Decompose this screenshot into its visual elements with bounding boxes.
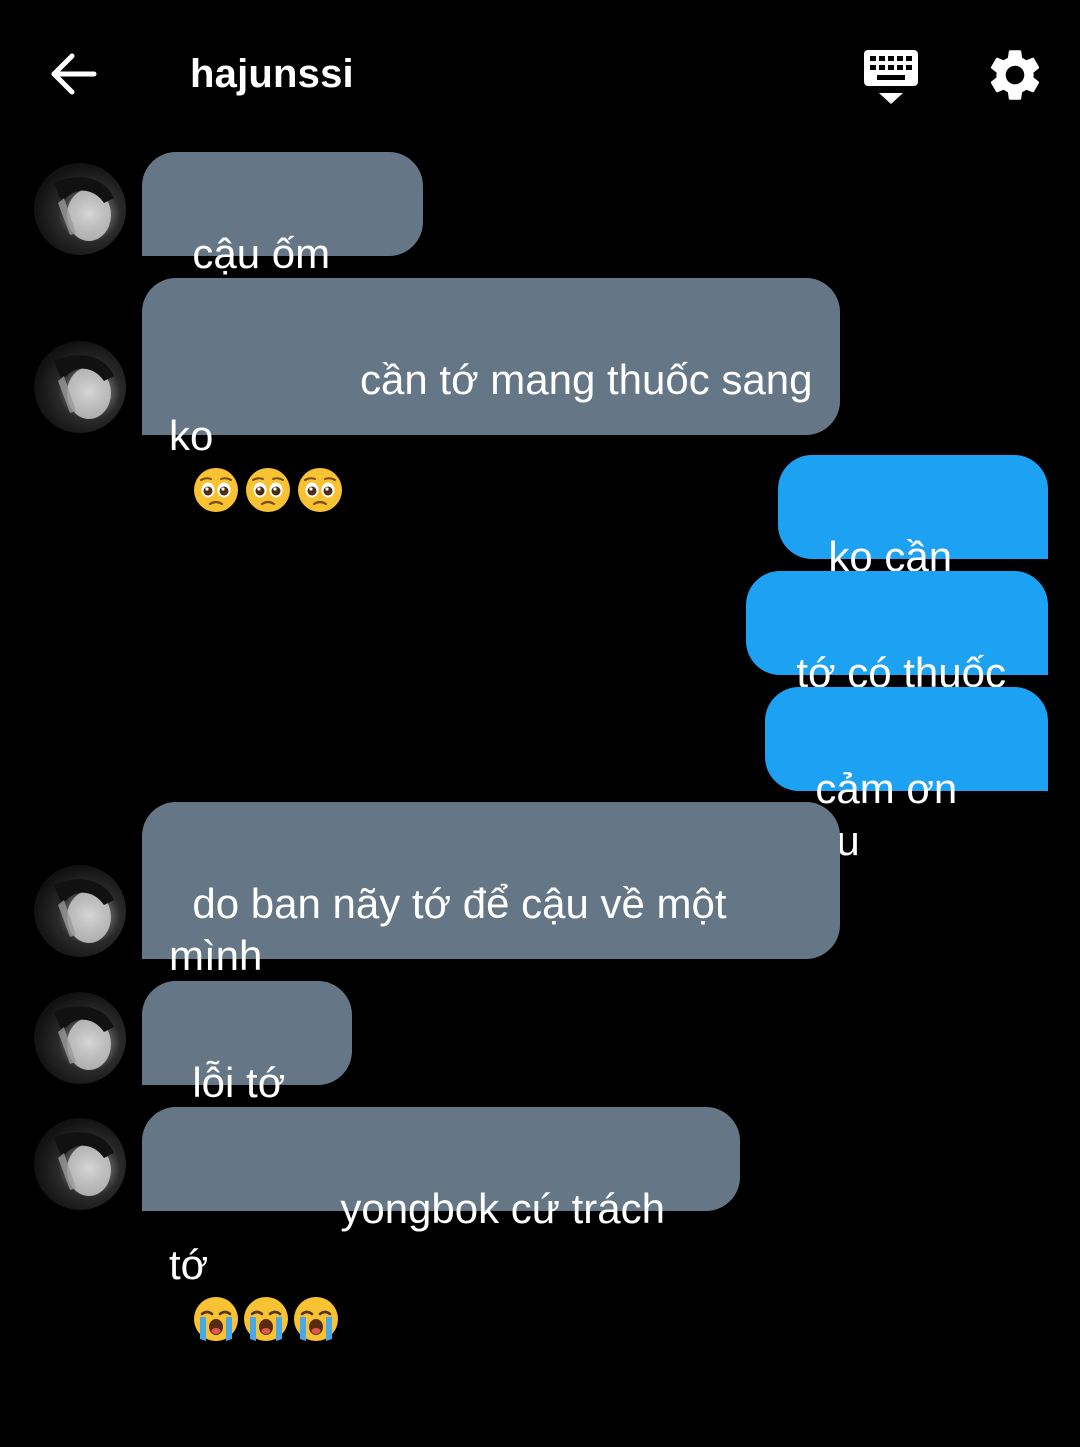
loudly-crying-face-emoji-icon — [292, 1191, 340, 1341]
loudly-crying-face-emoji-icon — [192, 1191, 240, 1341]
message-bubble-incoming[interactable]: lỗi tớ cả — [142, 981, 352, 1158]
loudly-crying-face-emoji-icon — [242, 1191, 290, 1341]
emoji-group — [192, 362, 348, 512]
message-text: do ban nãy tớ để cậu về một mình — [169, 880, 727, 979]
message-bubble-incoming[interactable]: yongbok cứ trách tớ — [142, 1107, 740, 1341]
pleading-face-emoji-icon — [244, 362, 292, 512]
top-bar: hajunssi — [0, 0, 1080, 140]
sender-avatar[interactable] — [34, 341, 126, 433]
settings-button[interactable] — [984, 44, 1050, 106]
emoji-group — [192, 1191, 340, 1341]
gear-icon — [990, 50, 1040, 100]
back-button[interactable] — [44, 46, 104, 102]
message-bubble-outgoing[interactable]: tớ có thuốc r — [746, 571, 1048, 748]
sender-avatar[interactable] — [34, 865, 126, 957]
keyboard-toggle-button[interactable] — [858, 46, 924, 108]
sender-avatar[interactable] — [34, 1118, 126, 1210]
keyboard-hide-icon — [864, 50, 918, 104]
message-bubble-outgoing[interactable]: cảm ơn cậu — [765, 687, 1048, 864]
message-bubble-outgoing[interactable]: ko cần đâu — [778, 455, 1048, 632]
message-bubble-incoming[interactable]: cần tớ mang thuốc sang ko — [142, 278, 840, 512]
message-bubble-incoming[interactable]: cậu ốm hả? — [142, 152, 423, 329]
pleading-face-emoji-icon — [192, 362, 240, 512]
conversation-title: hajunssi — [190, 52, 354, 96]
message-bubble-incoming[interactable]: do ban nãy tớ để cậu về một mình — [142, 802, 840, 979]
sender-avatar[interactable] — [34, 992, 126, 1084]
arrow-left-icon — [51, 53, 97, 95]
pleading-face-emoji-icon — [296, 362, 344, 512]
sender-avatar[interactable] — [34, 163, 126, 255]
